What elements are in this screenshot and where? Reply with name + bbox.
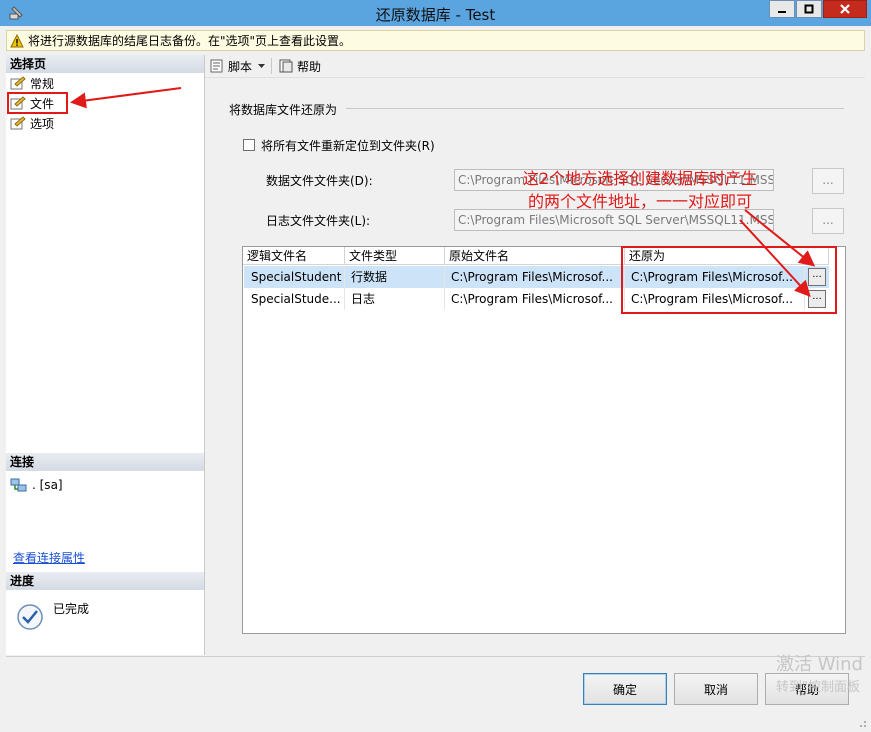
activation-watermark-sub: 转到"控制面板 bbox=[776, 680, 860, 695]
ok-button[interactable]: 确定 bbox=[583, 673, 667, 705]
cancel-button[interactable]: 取消 bbox=[674, 673, 758, 705]
arrow-to-files-nav bbox=[70, 87, 182, 109]
resize-grip-icon[interactable] bbox=[855, 716, 867, 728]
annotation-arrows bbox=[70, 87, 816, 297]
restore-database-window: 还原数据库 - Test 将进行源数据库的结尾日志备份。在"选项"页上查看此设置… bbox=[0, 0, 871, 732]
activation-watermark-title: 激活 Wind bbox=[776, 654, 863, 675]
arrow-to-browse-row-2 bbox=[739, 219, 811, 297]
